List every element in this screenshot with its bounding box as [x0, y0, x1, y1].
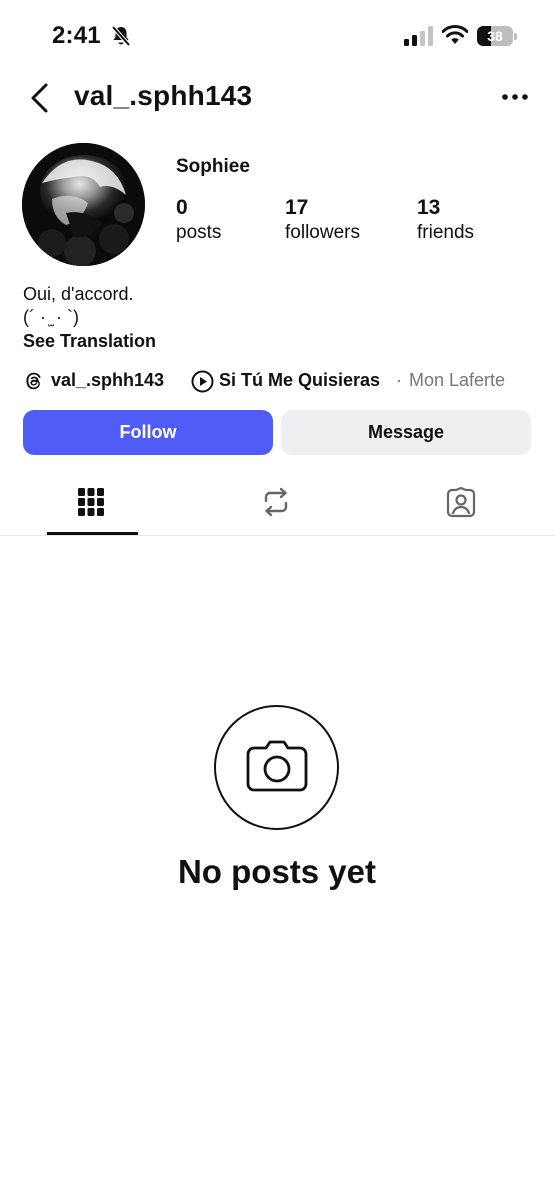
posts-label: posts	[176, 222, 222, 243]
display-name: Sophiee	[176, 156, 250, 177]
followers-label: followers	[285, 222, 360, 243]
avatar[interactable]	[22, 143, 145, 266]
cellular-signal-icon	[404, 26, 433, 46]
stat-followers[interactable]: 17 followers	[285, 196, 360, 244]
followers-count: 17	[285, 196, 309, 219]
song-separator: ·	[396, 370, 402, 390]
active-tab-indicator	[47, 532, 138, 535]
posts-count: 0	[176, 196, 188, 219]
profile-tabs	[0, 470, 554, 536]
see-translation-link[interactable]: See Translation	[23, 331, 156, 352]
profile-song-title[interactable]: Si Tú Me Quisieras	[219, 370, 380, 391]
camera-icon	[246, 740, 308, 792]
stat-friends[interactable]: 13 friends	[417, 196, 474, 244]
repost-icon	[264, 487, 288, 517]
tab-posts-grid[interactable]	[47, 470, 139, 536]
profile-username-title: val_.sphh143	[74, 80, 253, 111]
bell-slash-icon	[111, 25, 131, 47]
status-time: 2:41	[52, 22, 101, 49]
status-bar: 2:41 38	[0, 0, 554, 72]
threads-handle-link[interactable]: val_.sphh143	[51, 370, 164, 391]
stat-posts[interactable]: 0 posts	[176, 196, 221, 244]
friends-count: 13	[417, 196, 441, 219]
profile-links-row: val_.sphh143 Si Tú Me Quisieras · Mon La…	[23, 368, 543, 396]
grid-icon	[78, 488, 104, 516]
play-circle-icon[interactable]	[191, 370, 214, 393]
friends-label: friends	[417, 222, 475, 243]
empty-state-icon-circle	[214, 705, 339, 830]
follow-button[interactable]: Follow	[23, 410, 273, 455]
bio-line-1: Oui, d'accord.	[23, 284, 134, 304]
bio-line-2: (´ · ̫ · `)	[23, 307, 79, 327]
battery-icon: 38	[477, 26, 517, 46]
wifi-icon	[442, 25, 468, 44]
tab-tagged[interactable]	[415, 470, 507, 536]
battery-percent: 38	[487, 28, 503, 44]
profile-song-artist[interactable]: Mon Laferte	[409, 370, 505, 391]
message-button[interactable]: Message	[281, 410, 531, 455]
more-horizontal-icon[interactable]	[500, 90, 530, 104]
tab-reposts[interactable]	[231, 470, 323, 536]
tagged-person-icon	[446, 486, 476, 518]
threads-icon[interactable]	[23, 370, 45, 392]
empty-state-text: No posts yet	[177, 853, 377, 890]
chevron-left-icon[interactable]	[26, 82, 54, 114]
